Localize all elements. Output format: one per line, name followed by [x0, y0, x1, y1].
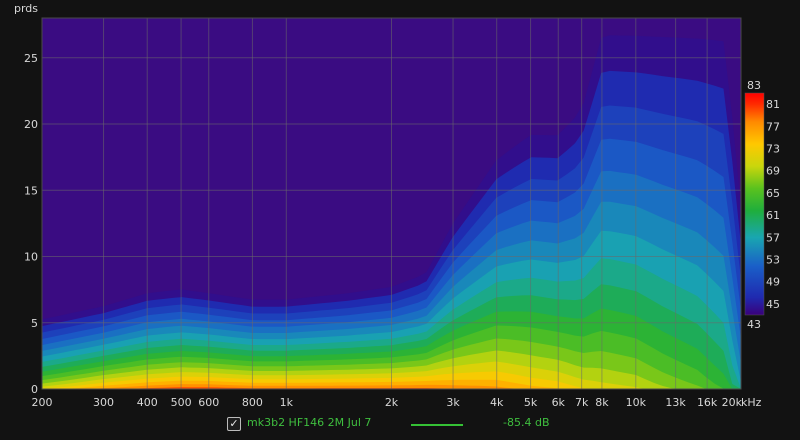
- spectrogram-chart: prds 0 5 10 15 20 25 200 300 400 500 600 800 1k 2k 3k…: [14, 2, 780, 409]
- y-tick-label: 25: [24, 52, 38, 65]
- colorbar-label: 73: [766, 143, 780, 156]
- y-tick-label: 10: [24, 251, 38, 264]
- colorbar-label: 69: [766, 165, 780, 178]
- y-tick-label: 20: [24, 118, 38, 131]
- x-tick-label: 600: [198, 396, 219, 409]
- x-tick-label: 20k: [722, 396, 743, 409]
- colorbar-label: 77: [766, 120, 780, 133]
- x-tick-label: 8k: [595, 396, 609, 409]
- colorbar-label: 81: [766, 98, 780, 111]
- x-tick-label: 200: [32, 396, 53, 409]
- series-visibility-checkbox[interactable]: ✓: [227, 417, 241, 431]
- x-tick-label: 7k: [575, 396, 589, 409]
- x-tick-label: 5k: [524, 396, 538, 409]
- x-unit-label: kHz: [741, 396, 762, 409]
- colorbar-label: 53: [766, 254, 780, 267]
- x-tick-label: 300: [93, 396, 114, 409]
- x-tick-label: 16k: [697, 396, 718, 409]
- legend-bar: ✓ mk3b2 HF146 2M Jul 7 -85.4 dB: [0, 414, 800, 436]
- x-tick-labels: 200 300 400 500 600 800 1k 2k 3k 4k 5k 6k 7k 8k 10k 13k…: [32, 396, 743, 409]
- y-tick-labels: 0 5 10 15 20 25: [24, 52, 38, 396]
- series-level: -85.4 dB: [503, 416, 550, 429]
- x-tick-label: 1k: [280, 396, 294, 409]
- colorbar-label: 83: [747, 79, 761, 92]
- y-axis-label: prds: [14, 2, 38, 15]
- series-color-swatch: [411, 424, 463, 426]
- y-tick-label: 0: [31, 383, 38, 396]
- x-tick-label: 13k: [665, 396, 686, 409]
- colorbar: [744, 92, 765, 316]
- colorbar-label: 57: [766, 231, 780, 244]
- series-name: mk3b2 HF146 2M Jul 7: [247, 416, 372, 429]
- x-tick-label: 3k: [446, 396, 460, 409]
- colorbar-label: 65: [766, 187, 780, 200]
- x-tick-label: 6k: [552, 396, 566, 409]
- x-tick-label: 4k: [490, 396, 504, 409]
- colorbar-label: 45: [766, 298, 780, 311]
- y-tick-label: 15: [24, 184, 38, 197]
- x-gridlines: [41, 18, 742, 389]
- x-tick-label: 500: [171, 396, 192, 409]
- colorbar-label: 61: [766, 209, 780, 222]
- colorbar-label: 43: [747, 318, 761, 331]
- x-tick-label: 800: [242, 396, 263, 409]
- x-tick-label: 10k: [626, 396, 647, 409]
- colorbar-label: 49: [766, 276, 780, 289]
- x-tick-label: 400: [137, 396, 158, 409]
- y-tick-label: 5: [31, 317, 38, 330]
- x-tick-label: 2k: [385, 396, 399, 409]
